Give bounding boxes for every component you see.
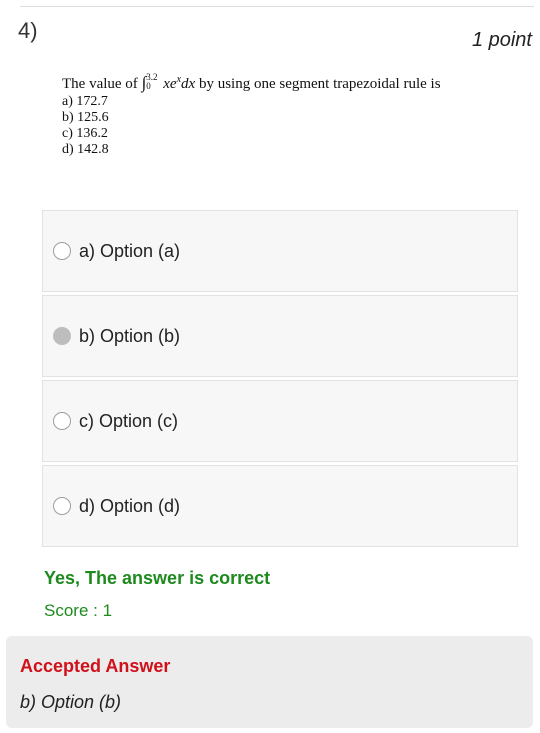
option-a[interactable]: a) Option (a)	[42, 210, 518, 292]
question-choice: a) 172.7	[62, 94, 108, 109]
integral-lower-limit: 0	[146, 80, 151, 91]
accepted-answer-panel: Accepted Answer b) Option (b)	[6, 636, 533, 728]
feedback-block: Yes, The answer is correct Score : 1	[44, 568, 270, 621]
question-body: The value of ∫ 3.2 0 xexdx by using one …	[62, 70, 441, 158]
top-divider	[20, 6, 534, 7]
feedback-result: Yes, The answer is correct	[44, 568, 271, 588]
option-label: b) Option (b)	[79, 325, 181, 346]
question-choice: c) 136.2	[62, 126, 108, 141]
option-c[interactable]: c) Option (c)	[42, 380, 518, 462]
option-label: a) Option (a)	[79, 240, 181, 261]
question-text: The value of ∫ 3.2 0 xexdx by using one …	[62, 70, 441, 94]
integrand: xe	[163, 76, 177, 92]
question-text-after: by using one segment trapezoidal rule is	[195, 76, 441, 92]
radio-button[interactable]	[53, 242, 71, 260]
integral-limits: 3.2 0	[146, 72, 157, 91]
option-d[interactable]: d) Option (d)	[42, 465, 518, 547]
option-b[interactable]: b) Option (b)	[42, 295, 518, 377]
question-points: 1 point	[471, 29, 532, 51]
question-text-before: The value of	[62, 76, 142, 92]
radio-button[interactable]	[53, 412, 71, 430]
option-label: c) Option (c)	[79, 410, 179, 431]
integrand-dx: dx	[181, 76, 196, 92]
feedback-score: Score : 1	[44, 601, 113, 620]
accepted-answer-title: Accepted Answer	[20, 656, 171, 676]
question-choice: d) 142.8	[62, 142, 109, 157]
radio-button-selected[interactable]	[53, 327, 71, 345]
question-choice: b) 125.6	[62, 110, 109, 125]
accepted-answer-value: b) Option (b)	[20, 692, 122, 712]
question-number: 4)	[18, 18, 38, 43]
radio-button[interactable]	[53, 497, 71, 515]
option-label: d) Option (d)	[79, 495, 181, 516]
